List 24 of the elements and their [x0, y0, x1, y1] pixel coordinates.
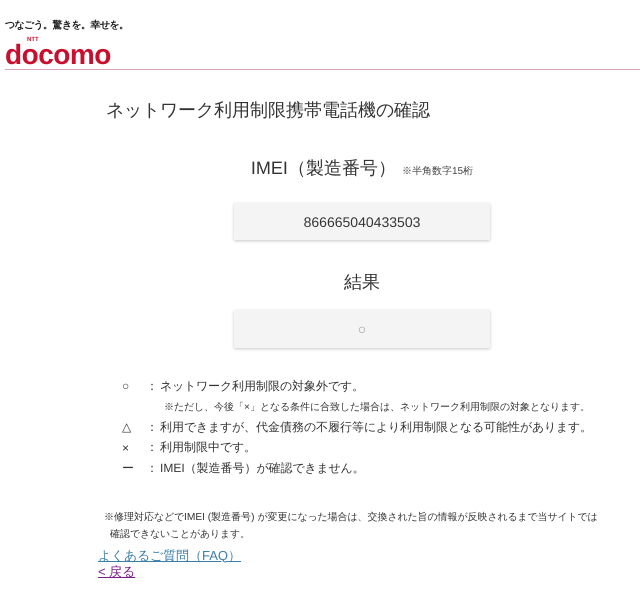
legend-symbol: ー: [122, 460, 134, 477]
legend-separator: ：: [146, 418, 158, 436]
legend-text: 利用できますが、代金債務の不履行等により利用制限となる可能性があります。: [159, 418, 592, 436]
legend-symbol: ○: [122, 379, 130, 394]
legend-symbol: △: [122, 420, 131, 434]
legend-symbol: ×: [122, 440, 130, 455]
legend-text: 利用制限中です。: [159, 439, 257, 456]
imei-label: IMEI（製造番号）: [250, 157, 396, 180]
legend-text: ネットワーク利用制限の対象外です。: [159, 378, 365, 395]
legend-separator: ：: [146, 439, 158, 456]
footnote-text: ※修理対応などでIMEI (製造番号) が変更になった場合は、交換された旨の情報が反映されるまで当サイトでは確認できないことがあります。: [103, 510, 598, 542]
legend-separator: ：: [146, 378, 158, 395]
legend-text: IMEI（製造番号）が確認できません。: [159, 460, 366, 477]
imei-note: ※半角数字15桁: [402, 166, 474, 178]
brand-logo[interactable]: docomo: [5, 43, 111, 67]
result-label: 結果: [344, 271, 380, 294]
imei-field[interactable]: 866665040433503: [234, 203, 490, 240]
tagline-text: つなごう。驚きを。幸せを。: [5, 20, 128, 32]
legend-separator: ：: [146, 460, 158, 477]
link[interactable]: よくあるご質問（FAQ）: [98, 548, 242, 564]
page-title: ネットワーク利用制限携帯電話機の確認: [106, 99, 431, 122]
legend-note: ※ただし、今後「×」となる条件に合致した場合は、ネットワーク利用制限の対象となります。: [163, 400, 591, 414]
link[interactable]: < 戻る: [98, 564, 136, 580]
result-field: ○: [234, 310, 490, 348]
